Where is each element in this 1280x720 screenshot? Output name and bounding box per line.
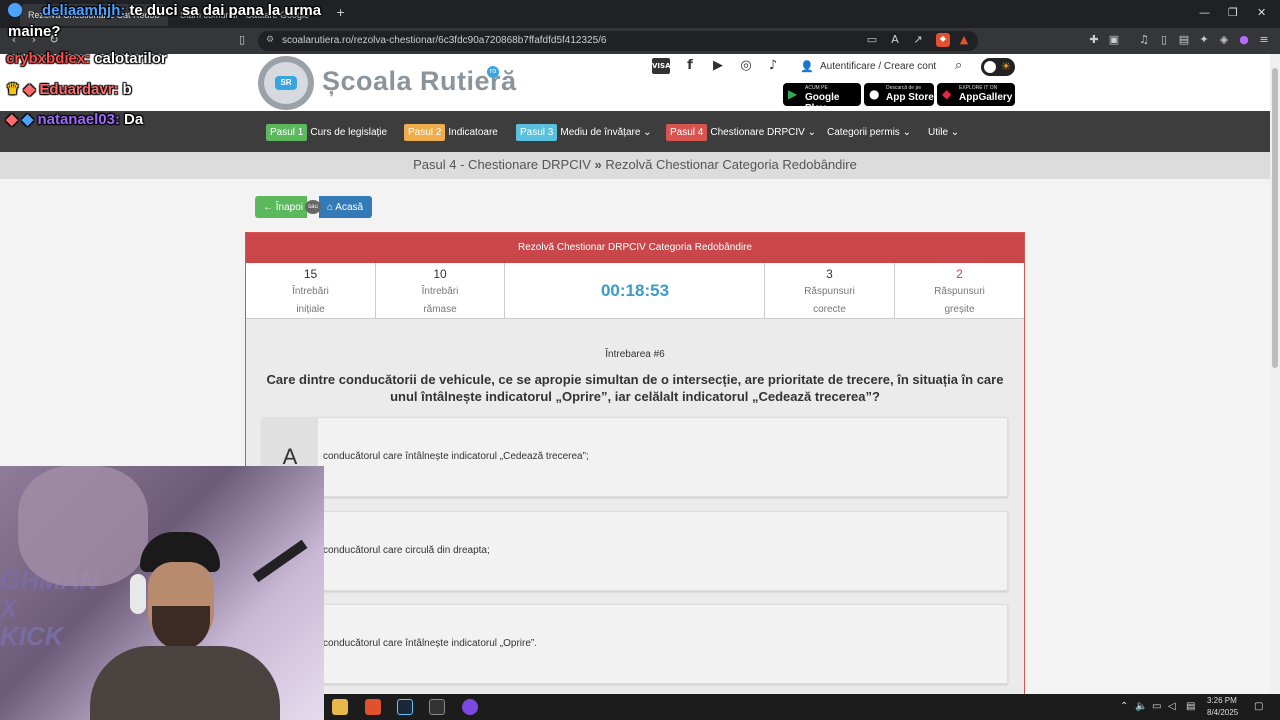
menu-icon[interactable]: ≡ bbox=[1258, 34, 1270, 46]
ai-icon[interactable]: ✦ bbox=[1198, 34, 1210, 46]
chat-badge-icon: ◆ bbox=[23, 81, 36, 98]
step-badge: Pasul 1 bbox=[266, 124, 308, 141]
crown-icon: ♛ bbox=[6, 81, 20, 98]
question-text: Care dintre conducătorii de vehicule, ce… bbox=[266, 372, 1004, 404]
stat-remaining-questions: 10 Întrebări rămase bbox=[376, 263, 505, 319]
notifications-icon[interactable]: ▢ bbox=[1254, 701, 1263, 712]
auth-link[interactable]: Autentificare / Creare cont bbox=[820, 61, 936, 72]
user-add-icon: 👤 bbox=[800, 60, 814, 73]
back-button[interactable]: ← Înapoi bbox=[255, 196, 307, 218]
terminal-icon[interactable] bbox=[429, 699, 445, 715]
chat-text: Da bbox=[123, 111, 144, 128]
chat-username: deliaamhjh: bbox=[42, 2, 126, 19]
logo-mark: SR bbox=[275, 76, 297, 90]
stat-initial-questions: 15 Întrebări inițiale bbox=[246, 263, 376, 319]
answer-text: conducătorul care întâlnește indicatorul… bbox=[323, 451, 589, 462]
steam-icon[interactable] bbox=[397, 699, 413, 715]
brave-shield-icon[interactable]: ◆ bbox=[936, 33, 950, 47]
step-badge: Pasul 4 bbox=[666, 124, 708, 141]
music-icon[interactable]: ♫ bbox=[1138, 34, 1150, 46]
logo-badge: ro bbox=[487, 66, 499, 78]
stat-wrong-answers: 2 Răspunsuri greșite bbox=[934, 267, 985, 315]
breadcrumb-link[interactable]: Pasul 4 - Chestionare DRPCIV bbox=[413, 157, 591, 172]
sidebar-icon[interactable]: ▯ bbox=[1158, 34, 1170, 46]
nav-item-utile[interactable]: Utile ⌄ bbox=[928, 127, 959, 138]
sun-icon: ☀ bbox=[1001, 60, 1011, 73]
step-badge: Pasul 2 bbox=[404, 124, 446, 141]
chat-badge-icon: ◆ bbox=[6, 111, 18, 128]
arrow-left-icon: ← bbox=[263, 202, 276, 213]
webcam-overlay: GHMAN X KICK bbox=[0, 466, 324, 720]
breadcrumb-current: Rezolvă Chestionar Categoria Redobândire bbox=[605, 157, 857, 172]
site-header bbox=[0, 54, 1270, 111]
brave-browser-icon[interactable] bbox=[365, 699, 381, 715]
instagram-icon[interactable]: ◎ bbox=[737, 58, 755, 74]
quiz-header: Rezolvă Chestionar DRPCIV Categoria Redo… bbox=[246, 233, 1024, 263]
screenshot-icon[interactable]: ▣ bbox=[1108, 34, 1120, 46]
profile-icon[interactable]: ● bbox=[1238, 34, 1250, 46]
chat-username: crybxbdiex: bbox=[6, 50, 91, 67]
nav-item-pasul-1[interactable]: Pasul 1 Curs de legislație bbox=[266, 124, 387, 141]
chat-text: b bbox=[122, 81, 132, 98]
translate-icon[interactable]: A bbox=[889, 34, 901, 46]
logo-wheel-icon[interactable]: SR bbox=[258, 56, 314, 110]
chat-message: ◆ ◆ natanael03: Da bbox=[6, 110, 143, 128]
apple-icon: ● bbox=[869, 87, 880, 101]
facebook-icon[interactable]: f bbox=[681, 58, 699, 74]
brave-rewards-icon[interactable]: ▲ bbox=[958, 34, 970, 46]
maximize-button[interactable]: ❐ bbox=[1228, 6, 1238, 19]
nav-item-pasul-3[interactable]: Pasul 3 Mediu de învățare ⌄ bbox=[516, 124, 652, 141]
chat-message: deliaamhjh: te duci sa dai pana la urma m… bbox=[8, 0, 348, 42]
breadcrumb: Pasul 4 - Chestionare DRPCIV » Rezolvă C… bbox=[413, 157, 857, 172]
minimize-button[interactable]: — bbox=[1199, 6, 1210, 19]
timer: 00:18:53 bbox=[600, 281, 670, 300]
youtube-icon[interactable]: ▶ bbox=[709, 58, 727, 74]
chat-badge-icon bbox=[8, 3, 22, 17]
appgallery-icon: ◆ bbox=[942, 87, 952, 101]
stat-correct-answers: 3 Răspunsuri corecte bbox=[765, 263, 895, 319]
appgallery-button[interactable]: ◆ EXPLORE IT ON AppGallery bbox=[937, 83, 1015, 106]
toggle-knob bbox=[984, 61, 996, 73]
chat-badge-icon: ◆ bbox=[21, 111, 34, 128]
close-window-button[interactable]: ✕ bbox=[1257, 6, 1266, 19]
tiktok-icon[interactable]: ♪ bbox=[764, 58, 782, 74]
chat-message: crybxbdiex: calotarilor bbox=[6, 50, 167, 67]
keyboard-icon[interactable]: ▤ bbox=[1186, 701, 1195, 712]
answer-text: conducătorul care întâlnește indicatorul… bbox=[323, 638, 537, 649]
google-play-icon: ▶ bbox=[788, 87, 798, 101]
nav-item-pasul-2[interactable]: Pasul 2 Indicatoare bbox=[404, 124, 498, 141]
visa-icon: VISA bbox=[652, 58, 670, 74]
clock-date[interactable]: 8/4/2025 bbox=[1207, 708, 1238, 717]
scrollbar-thumb[interactable] bbox=[1272, 68, 1278, 368]
volume-icon[interactable]: 🔈 bbox=[1135, 701, 1147, 712]
wallet-icon[interactable]: ▤ bbox=[1178, 34, 1190, 46]
home-button[interactable]: ⌂ Acasă bbox=[319, 196, 372, 218]
tray-chevron-icon[interactable]: ⌃ bbox=[1120, 701, 1128, 712]
chat-username: natanael03: bbox=[37, 111, 120, 128]
nav-item-categorii[interactable]: Categorii permis ⌄ bbox=[827, 127, 911, 138]
vpn-icon[interactable]: ◈ bbox=[1218, 34, 1230, 46]
share-icon[interactable]: ↗ bbox=[912, 34, 924, 46]
person-face-reflection bbox=[18, 466, 148, 586]
or-separator: sau bbox=[305, 200, 321, 214]
chat-text: calotarilor bbox=[94, 50, 167, 67]
search-icon[interactable]: ⌕ bbox=[955, 58, 962, 73]
app-icon[interactable] bbox=[462, 699, 478, 715]
app-store-button[interactable]: ● Descarcă de pe App Store bbox=[864, 83, 934, 106]
chat-message: ♛ ◆ Eduardavr: b bbox=[6, 80, 132, 98]
file-explorer-icon[interactable] bbox=[332, 699, 348, 715]
question-number: Întrebarea #6 bbox=[605, 349, 665, 360]
person-body bbox=[90, 646, 280, 720]
google-play-button[interactable]: ▶ ACUM PE Google Play bbox=[783, 83, 861, 114]
headphones-icon bbox=[130, 574, 146, 614]
screen-icon[interactable]: ▭ bbox=[866, 34, 878, 46]
nav-item-pasul-4[interactable]: Pasul 4 Chestionare DRPCIV ⌄ bbox=[666, 124, 816, 141]
speaker-icon[interactable]: ◁ bbox=[1168, 701, 1176, 712]
extensions-icon[interactable]: ✚ bbox=[1088, 34, 1100, 46]
chat-username: Eduardavr: bbox=[39, 81, 119, 98]
network-icon[interactable]: ▭ bbox=[1152, 701, 1161, 712]
clock-time[interactable]: 3:26 PM bbox=[1207, 696, 1237, 705]
answer-text: conducătorul care circulă din dreapta; bbox=[323, 545, 490, 556]
step-badge: Pasul 3 bbox=[516, 124, 558, 141]
